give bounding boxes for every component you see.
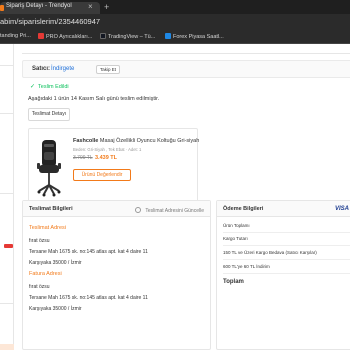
tradingview-bookmark-icon <box>100 33 106 39</box>
browser-tab-bar: Sipariş Detayı - Trendyol × + <box>0 0 350 14</box>
sidebar-promo[interactable] <box>0 344 14 350</box>
payment-line: Kargo Tutarı <box>223 236 248 241</box>
review-product-button[interactable]: Ürünü Değerlendir <box>73 169 131 181</box>
payment-line: 600 TL'ye 60 TL İndirim <box>223 264 270 269</box>
delivery-recipient: fırat özsu <box>29 238 50 244</box>
url-field[interactable]: abim/siparislerim/2354460947 <box>0 17 100 26</box>
delivery-status: ✓ Teslim Edildi <box>30 83 69 90</box>
seller-bar: Satıcı: İndirgete Takip Et <box>22 60 350 78</box>
bookmark-item[interactable]: PRO Ayrıcalıkları... <box>38 33 92 40</box>
account-sidebar <box>0 44 14 350</box>
divider <box>223 273 350 274</box>
payment-info-title: Ödeme Bilgileri <box>223 206 264 212</box>
payment-line: Ürün Toplamı <box>223 223 250 228</box>
divider <box>223 245 350 246</box>
payment-info-header: Ödeme Bilgileri VISA <box>217 201 350 217</box>
delivery-info-header: Teslimat Bilgileri Teslimat Adresini Gün… <box>23 201 210 217</box>
sidebar-badge <box>4 244 13 248</box>
delivery-info-card: Teslimat Bilgileri Teslimat Adresini Gün… <box>22 200 211 350</box>
address-bar: abim/siparislerim/2354460947 <box>0 14 350 30</box>
browser-tab[interactable]: Sipariş Detayı - Trendyol × <box>0 2 100 14</box>
order-header-card <box>22 44 350 54</box>
payment-info-card: Ödeme Bilgileri VISA Ürün Toplamı Kargo … <box>216 200 350 350</box>
new-tab-button[interactable]: + <box>104 2 109 12</box>
invoice-address-title: Fatura Adresi <box>29 271 62 277</box>
delivery-info-title: Teslimat Bilgileri <box>29 206 73 212</box>
invoice-city: Karşıyaka 35000 / İzmir <box>29 306 82 312</box>
sidebar-section[interactable] <box>0 274 13 304</box>
bookmark-item[interactable]: Forex Piyasa Saatl... <box>165 33 224 40</box>
product-old-price: 3.799 TL <box>73 155 93 161</box>
close-tab-icon[interactable]: × <box>88 2 93 11</box>
bookmark-label: tanding Pri... <box>0 33 31 39</box>
seller-name-link[interactable]: İndirgete <box>51 66 74 72</box>
product-price: 3.439 TL <box>95 155 118 161</box>
visa-logo-icon: VISA <box>334 206 349 212</box>
payment-total-label: Toplam <box>223 279 244 285</box>
gaming-chair-image[interactable] <box>36 139 62 197</box>
delivery-city: Karşıyaka 35000 / İzmir <box>29 260 82 266</box>
seller-label: Satıcı: <box>32 66 51 72</box>
bookmark-label: PRO Ayrıcalıkları... <box>46 34 93 40</box>
product-title[interactable]: Fashcolle Masaj Özellikli Oyuncu Koltuğu… <box>73 138 199 144</box>
pro-bookmark-icon <box>38 33 44 39</box>
sidebar-section[interactable] <box>0 84 13 114</box>
trendyol-favicon-icon <box>0 5 4 11</box>
status-title: Teslim Edildi <box>38 84 69 90</box>
update-address-link[interactable]: Teslimat Adresini Güncelle <box>135 207 204 214</box>
delivery-description: Aşağıdaki 1 ürün 14 Kasım Salı günü tesl… <box>28 96 160 102</box>
order-detail-page: Satıcı: İndirgete Takip Et ✓ Teslim Edild… <box>0 44 350 350</box>
bookmark-label: TradingView – Tü... <box>108 34 156 40</box>
check-icon: ✓ <box>30 84 36 90</box>
invoice-street: Tersane Mah 1675 sk. no:145 atlas apt. k… <box>29 295 148 301</box>
sidebar-section[interactable] <box>0 44 13 66</box>
forex-bookmark-icon <box>165 33 171 39</box>
tab-title: Sipariş Detayı - Trendyol <box>6 3 72 9</box>
delivery-detail-button[interactable]: Teslimat Detayı <box>28 108 70 121</box>
delivery-address-title: Teslimat Adresi <box>29 225 66 231</box>
update-address-label: Teslimat Adresini Güncelle <box>145 208 204 214</box>
product-variant: Beden: Gri-Siyah , Tek Ebat · Adet: 1 <box>73 147 142 152</box>
divider <box>223 232 350 233</box>
delivery-street: Tersane Mah 1675 sk. no:145 atlas apt. k… <box>29 249 148 255</box>
bookmark-item[interactable]: TradingView – Tü... <box>100 33 155 40</box>
product-card: Fashcolle Masaj Özellikli Oyuncu Koltuğu… <box>28 128 199 210</box>
info-icon <box>135 207 142 213</box>
divider <box>223 259 350 260</box>
product-brand: Fashcolle <box>73 138 99 144</box>
invoice-recipient: fırat özsu <box>29 284 50 290</box>
payment-line: 150 TL ve Üzeri Kargo Bedava (Satıcı Kar… <box>223 250 317 255</box>
bookmarks-bar: tanding Pri... PRO Ayrıcalıkları... Trad… <box>0 30 350 44</box>
follow-seller-button[interactable]: Takip Et <box>96 65 121 74</box>
product-name: Masaj Özellikli Oyuncu Koltuğu Gri-siyah <box>99 138 200 144</box>
bookmark-item[interactable]: tanding Pri... <box>0 33 31 39</box>
bookmark-label: Forex Piyasa Saatl... <box>173 34 224 40</box>
sidebar-section[interactable] <box>0 154 13 194</box>
